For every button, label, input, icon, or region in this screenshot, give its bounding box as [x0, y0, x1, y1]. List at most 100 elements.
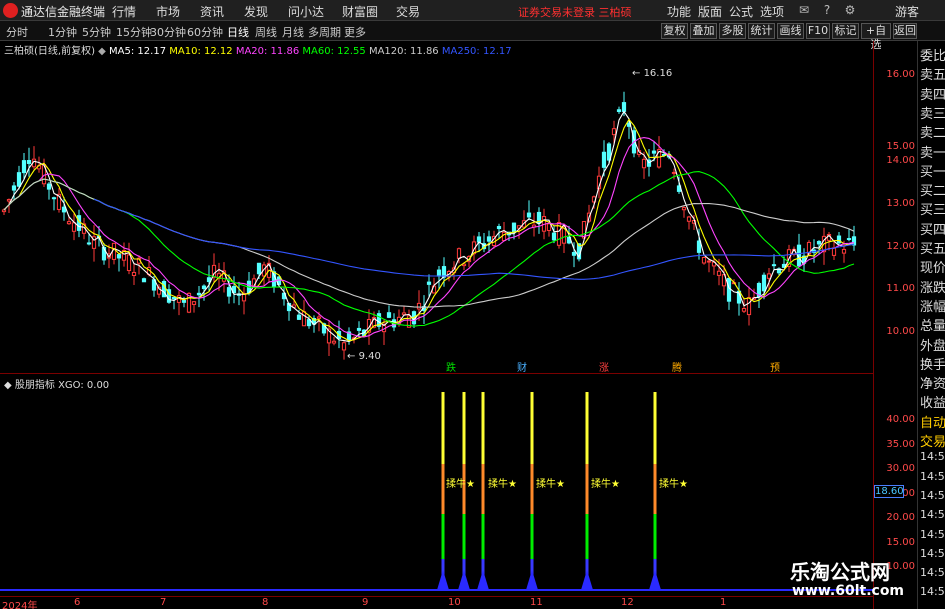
- quote-panel-item[interactable]: 交易: [920, 431, 945, 451]
- candle-body: [301, 311, 307, 327]
- indicator-base: [649, 570, 661, 590]
- quote-panel-item[interactable]: 卖五: [920, 64, 945, 84]
- indicator-base: [526, 570, 538, 590]
- candle-body: [841, 248, 847, 254]
- candle-body: [316, 316, 322, 319]
- menu-layout[interactable]: 版面: [698, 3, 722, 20]
- mark-button[interactable]: 标记: [832, 23, 859, 39]
- menu-news[interactable]: 资讯: [200, 3, 224, 20]
- statistics-button[interactable]: 统计: [748, 23, 775, 39]
- event-marker-finance[interactable]: 财: [517, 359, 527, 374]
- candle-body: [496, 226, 502, 230]
- candle-body: [341, 342, 347, 351]
- menu-options[interactable]: 选项: [760, 3, 784, 20]
- app-logo-icon: [3, 3, 18, 18]
- candle-body: [621, 102, 627, 112]
- quote-panel-item[interactable]: 换手: [920, 354, 945, 374]
- candle-body: [771, 264, 777, 267]
- candle-body: [416, 302, 422, 310]
- guest-login[interactable]: 游客: [895, 3, 919, 20]
- quote-panel-item[interactable]: 买一: [920, 161, 945, 181]
- period-5min[interactable]: 5分钟: [82, 24, 111, 40]
- quote-panel-item[interactable]: 14:56: [920, 528, 945, 548]
- candle-body: [131, 271, 137, 276]
- date-tick: 8: [262, 597, 269, 608]
- indicator-bar: [530, 514, 534, 559]
- add-watchlist-button[interactable]: +自选: [861, 23, 891, 51]
- menu-function[interactable]: 功能: [667, 3, 691, 20]
- period-weekly[interactable]: 周线: [255, 24, 277, 40]
- settings-icon[interactable]: ⚙: [843, 3, 857, 17]
- draw-line-button[interactable]: 画线: [777, 23, 804, 39]
- quote-panel-item[interactable]: 净资: [920, 373, 945, 393]
- quote-panel-item[interactable]: 买二: [920, 180, 945, 200]
- quote-panel-item[interactable]: 卖一: [920, 142, 945, 162]
- candle-body: [571, 251, 577, 256]
- indicator-base: [477, 570, 489, 590]
- event-marker-rise[interactable]: 涨: [599, 359, 609, 374]
- date-axis: 2024年 6 7 8 9 10 11 12 1: [0, 596, 873, 609]
- quote-panel-item[interactable]: 14:56: [920, 585, 945, 605]
- menu-market[interactable]: 市场: [156, 3, 180, 20]
- quote-panel-item[interactable]: 14:56: [920, 566, 945, 586]
- menu-market-quotes[interactable]: 行情: [112, 3, 136, 20]
- period-monthly[interactable]: 月线: [282, 24, 304, 40]
- adjust-button[interactable]: 复权: [661, 23, 688, 39]
- candle-body: [116, 254, 122, 259]
- price-chart[interactable]: 三柏硕(日线,前复权) ◆ MA5: 12.17 MA10: 12.12 MA2…: [0, 41, 873, 374]
- price-tick: 14.00: [886, 155, 915, 166]
- indicator-bar: [585, 392, 589, 464]
- period-more[interactable]: 更多: [344, 24, 366, 40]
- period-daily[interactable]: 日线: [227, 24, 249, 40]
- quote-panel-item[interactable]: 买三: [920, 199, 945, 219]
- menu-wealth[interactable]: 财富圈: [342, 3, 378, 20]
- candle-body: [191, 301, 197, 305]
- menu-discover[interactable]: 发现: [244, 3, 268, 20]
- quote-panel-item[interactable]: 14:56: [920, 508, 945, 528]
- event-marker-surge[interactable]: 腾: [672, 359, 682, 374]
- quote-panel-item[interactable]: 现价: [920, 257, 945, 277]
- period-multi[interactable]: 多周期: [308, 24, 341, 40]
- quote-panel-item[interactable]: 涨幅: [920, 296, 945, 316]
- period-30min[interactable]: 30分钟: [150, 24, 186, 40]
- indicator-chart[interactable]: ◆ 股朋指标 XGO: 0.00 揉牛★ 揉牛★ 揉牛★ 揉牛★ 揉牛★: [0, 374, 873, 596]
- candle-body: [486, 236, 492, 242]
- quote-panel-item[interactable]: 收益: [920, 392, 945, 412]
- help-icon[interactable]: ?: [820, 3, 834, 17]
- quote-panel-item[interactable]: 14:56: [920, 547, 945, 567]
- quote-panel-item[interactable]: 自动: [920, 412, 945, 432]
- candle-body: [426, 281, 432, 285]
- quote-panel-item[interactable]: 外盘: [920, 335, 945, 355]
- menu-trade[interactable]: 交易: [396, 3, 420, 20]
- date-tick: 9: [362, 597, 369, 608]
- quote-panel-item[interactable]: 委比: [920, 45, 945, 65]
- quote-panel-item[interactable]: 涨跌: [920, 277, 945, 297]
- period-15min[interactable]: 15分钟: [116, 24, 152, 40]
- overlay-button[interactable]: 叠加: [690, 23, 717, 39]
- quote-panel-item[interactable]: 卖二: [920, 122, 945, 142]
- quote-panel-item[interactable]: 14:56: [920, 470, 945, 490]
- quote-panel-item[interactable]: 卖四: [920, 84, 945, 104]
- title-bar: 通达信金融终端 行情 市场 资讯 发现 问小达 财富圈 交易 证券交易未登录 三…: [0, 0, 945, 21]
- quote-panel-item[interactable]: 总量: [920, 315, 945, 335]
- quote-panel-item[interactable]: 卖三: [920, 103, 945, 123]
- quote-panel-item[interactable]: 14:56: [920, 489, 945, 509]
- menu-formula[interactable]: 公式: [729, 3, 753, 20]
- quote-panel-item[interactable]: 14:56: [920, 450, 945, 470]
- mail-icon[interactable]: ✉: [797, 3, 811, 17]
- period-60min[interactable]: 60分钟: [187, 24, 223, 40]
- quote-panel-item[interactable]: 买五: [920, 238, 945, 258]
- indicator-bar: [530, 392, 534, 464]
- candle-body: [651, 150, 657, 154]
- candle-body: [1, 209, 7, 213]
- period-1min[interactable]: 1分钟: [48, 24, 77, 40]
- event-marker-forecast[interactable]: 预: [770, 359, 780, 374]
- back-button[interactable]: 返回: [893, 23, 917, 39]
- multi-stock-button[interactable]: 多股: [719, 23, 746, 39]
- candle-body: [641, 158, 647, 169]
- f10-button[interactable]: F10: [806, 23, 830, 39]
- event-marker-drop[interactable]: 跌: [446, 359, 456, 374]
- menu-ask[interactable]: 问小达: [288, 3, 324, 20]
- period-intraday[interactable]: 分时: [6, 24, 28, 40]
- quote-panel-item[interactable]: 买四: [920, 219, 945, 239]
